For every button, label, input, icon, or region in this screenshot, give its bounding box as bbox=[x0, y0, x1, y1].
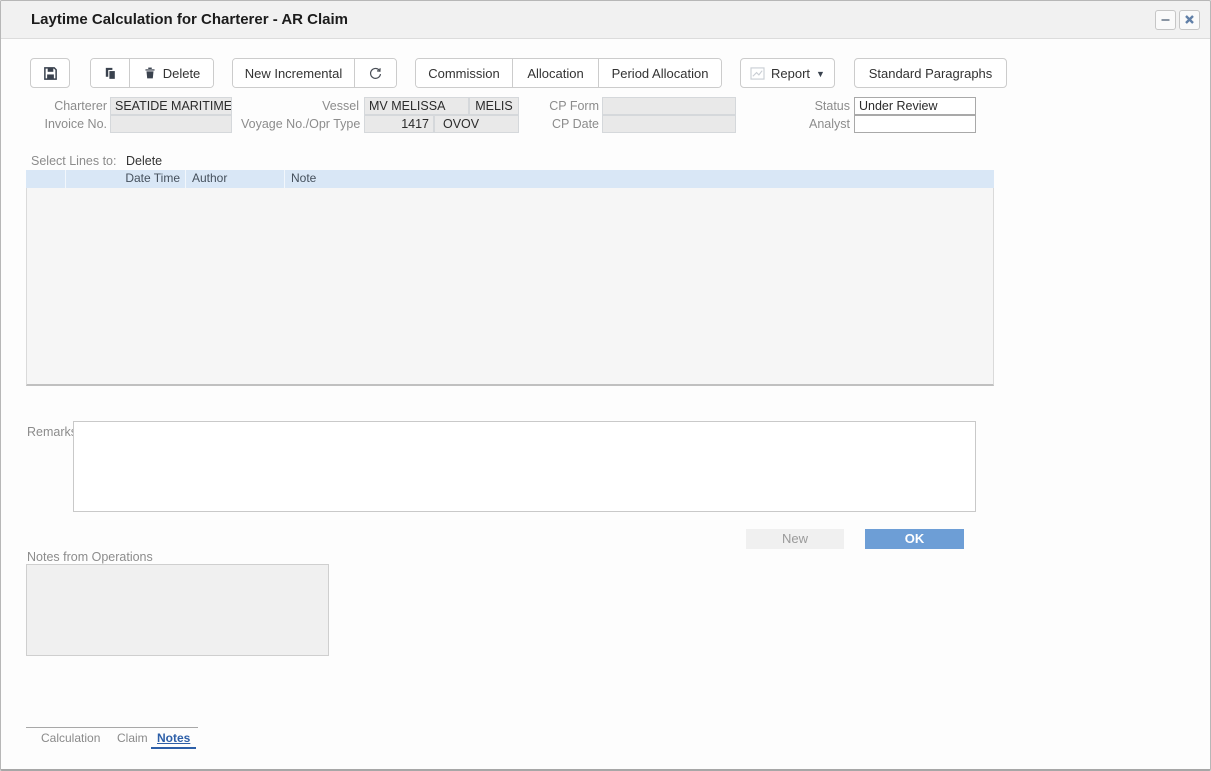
allocation-button[interactable]: Allocation bbox=[512, 59, 598, 87]
period-allocation-label: Period Allocation bbox=[612, 66, 709, 81]
commission-button[interactable]: Commission bbox=[416, 59, 512, 87]
copy-button[interactable] bbox=[91, 59, 129, 87]
tab-notes[interactable]: Notes bbox=[151, 731, 196, 749]
chart-icon bbox=[750, 67, 765, 80]
delete-button-label: Delete bbox=[163, 66, 201, 81]
voyage-label: Voyage No./Opr Type bbox=[241, 116, 359, 133]
laytime-calculation-window: Laytime Calculation for Charterer - AR C… bbox=[0, 0, 1211, 771]
standard-paragraphs-button[interactable]: Standard Paragraphs bbox=[854, 58, 1007, 88]
refresh-button[interactable] bbox=[354, 59, 396, 87]
status-label: Status bbox=[751, 98, 850, 115]
tab-claim[interactable]: Claim bbox=[117, 731, 148, 745]
voyage-number-field[interactable]: 1417 bbox=[364, 115, 434, 133]
analyst-field[interactable] bbox=[854, 115, 976, 133]
report-button[interactable]: Report ▼ bbox=[740, 58, 835, 88]
delete-button[interactable]: Delete bbox=[129, 59, 213, 87]
window-title: Laytime Calculation for Charterer - AR C… bbox=[31, 11, 348, 28]
notes-table-body[interactable] bbox=[26, 188, 994, 386]
title-bar: Laytime Calculation for Charterer - AR C… bbox=[1, 1, 1210, 39]
commission-label: Commission bbox=[428, 66, 500, 81]
tab-strip-divider bbox=[26, 727, 198, 728]
report-label: Report bbox=[771, 66, 810, 81]
remarks-label: Remarks bbox=[27, 425, 77, 439]
new-button[interactable]: New bbox=[746, 529, 844, 549]
cp-date-field[interactable] bbox=[602, 115, 736, 133]
cp-form-label: CP Form bbox=[491, 98, 599, 115]
save-icon bbox=[43, 66, 58, 81]
new-incremental-button[interactable]: New Incremental bbox=[233, 59, 354, 87]
invoice-no-label: Invoice No. bbox=[1, 116, 107, 133]
notes-from-operations-label: Notes from Operations bbox=[27, 550, 153, 564]
vessel-name-field[interactable]: MV MELISSA bbox=[364, 97, 469, 115]
cp-form-field[interactable] bbox=[602, 97, 736, 115]
analyst-label: Analyst bbox=[751, 116, 850, 133]
minimize-button[interactable] bbox=[1155, 10, 1176, 30]
tab-calculation[interactable]: Calculation bbox=[41, 731, 100, 745]
minimize-icon bbox=[1160, 14, 1171, 25]
status-field[interactable]: Under Review bbox=[854, 97, 976, 115]
vessel-label: Vessel bbox=[241, 98, 359, 115]
column-header-date-time[interactable]: Date Time bbox=[65, 170, 185, 188]
trash-icon bbox=[143, 66, 157, 80]
chevron-down-icon: ▼ bbox=[816, 69, 825, 79]
save-button[interactable] bbox=[30, 58, 70, 88]
select-lines-label: Select Lines to: bbox=[31, 154, 116, 168]
notes-table-header: Date Time Author Note bbox=[26, 170, 994, 188]
allocation-label: Allocation bbox=[527, 66, 583, 81]
copy-icon bbox=[103, 66, 118, 81]
column-header-note[interactable]: Note bbox=[284, 170, 994, 188]
window-controls bbox=[1155, 10, 1200, 30]
invoice-no-field[interactable] bbox=[110, 115, 232, 133]
charterer-label: Charterer bbox=[1, 98, 107, 115]
close-button[interactable] bbox=[1179, 10, 1200, 30]
cp-date-label: CP Date bbox=[491, 116, 599, 133]
column-header-author[interactable]: Author bbox=[185, 170, 284, 188]
notes-from-operations-field bbox=[26, 564, 329, 656]
delete-lines-link[interactable]: Delete bbox=[126, 154, 162, 168]
column-header-select bbox=[26, 170, 65, 188]
close-icon bbox=[1184, 14, 1195, 25]
new-incremental-group: New Incremental bbox=[232, 58, 397, 88]
copy-delete-group: Delete bbox=[90, 58, 214, 88]
refresh-icon bbox=[368, 66, 383, 81]
allocation-group: Commission Allocation Period Allocation bbox=[415, 58, 722, 88]
remarks-input[interactable] bbox=[73, 421, 976, 512]
charterer-field[interactable]: SEATIDE MARITIME bbox=[110, 97, 232, 115]
new-incremental-label: New Incremental bbox=[245, 66, 343, 81]
period-allocation-button[interactable]: Period Allocation bbox=[598, 59, 721, 87]
standard-paragraphs-label: Standard Paragraphs bbox=[869, 66, 993, 81]
ok-button[interactable]: OK bbox=[865, 529, 964, 549]
